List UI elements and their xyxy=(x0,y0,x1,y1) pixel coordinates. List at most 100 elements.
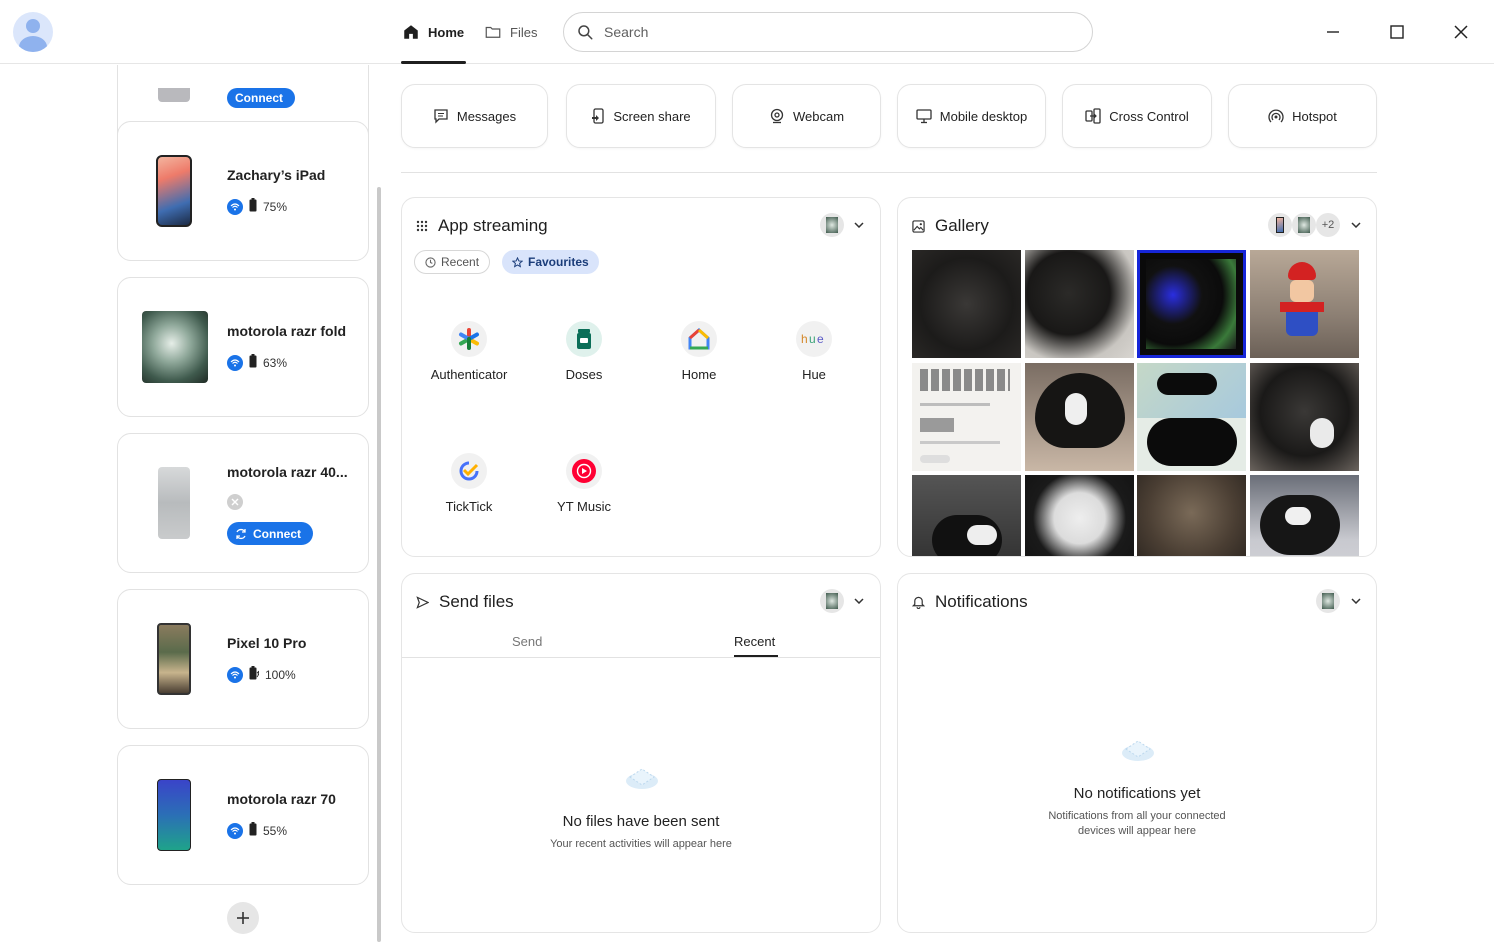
chip-favourites-label: Favourites xyxy=(528,255,589,269)
device-selector-thumbnail[interactable] xyxy=(820,589,844,613)
gallery-photo[interactable] xyxy=(912,250,1021,358)
yt-music-icon xyxy=(566,453,602,489)
send-icon xyxy=(416,595,429,609)
connect-label: Connect xyxy=(253,526,301,541)
app-ticktick[interactable]: TickTick xyxy=(424,453,514,514)
google-home-icon xyxy=(681,321,717,357)
connect-button[interactable]: Connect xyxy=(227,88,295,108)
device-image xyxy=(156,155,192,227)
device-card[interactable]: motorola razr 70 55% xyxy=(117,745,369,885)
messages-button[interactable]: Messages xyxy=(401,84,548,148)
svg-text:h: h xyxy=(801,332,808,346)
app-yt-music[interactable]: YT Music xyxy=(539,453,629,514)
device-card[interactable]: motorola razr 40... Connect xyxy=(117,433,369,573)
device-selector-chevron[interactable] xyxy=(1349,594,1363,608)
gallery-photo[interactable] xyxy=(1025,250,1134,358)
battery-icon xyxy=(249,822,257,839)
gallery-photo[interactable] xyxy=(1137,250,1246,358)
sync-icon xyxy=(236,528,246,539)
device-card[interactable]: Pixel 10 Pro 100% xyxy=(117,589,369,729)
device-image xyxy=(158,467,190,539)
more-devices-count: +2 xyxy=(1321,219,1335,231)
tab-recent-label: Recent xyxy=(734,634,776,649)
gallery-photo[interactable] xyxy=(1025,475,1134,556)
device-selector-thumbnail[interactable] xyxy=(820,213,844,237)
maximize-icon xyxy=(1390,25,1404,39)
hotspot-button[interactable]: Hotspot xyxy=(1228,84,1377,148)
gallery-photo[interactable] xyxy=(1250,363,1359,471)
gallery-photo[interactable] xyxy=(912,475,1021,556)
mobile-desktop-label: Mobile desktop xyxy=(939,108,1028,124)
gallery-photo[interactable] xyxy=(912,363,1021,471)
monitor-icon xyxy=(916,109,932,124)
app-authenticator[interactable]: Authenticator xyxy=(424,321,514,382)
notifications-title: Notifications xyxy=(935,592,1028,611)
device-card[interactable]: Zachary’s iPad 75% xyxy=(117,121,369,261)
tab-send-label: Send xyxy=(512,634,543,649)
webcam-button[interactable]: Webcam xyxy=(732,84,881,148)
device-name: motorola razr 40... xyxy=(227,464,348,480)
app-label: Home xyxy=(681,367,717,382)
device-image xyxy=(157,779,191,851)
cross-control-button[interactable]: Cross Control xyxy=(1062,84,1212,148)
clock-icon xyxy=(425,256,436,268)
device-card[interactable]: motorola razr fold 63% xyxy=(117,277,369,417)
svg-text:e: e xyxy=(817,332,824,346)
screen-share-label: Screen share xyxy=(613,108,691,124)
star-icon xyxy=(512,256,523,268)
gallery-photo[interactable] xyxy=(1137,363,1246,471)
gallery-photo[interactable] xyxy=(1137,475,1246,556)
app-doses[interactable]: Doses xyxy=(539,321,629,382)
sidebar-scrollbar[interactable] xyxy=(377,187,381,942)
device-selector-chevron[interactable] xyxy=(852,594,866,608)
app-streaming-panel: App streaming Recent Favourites Authenti… xyxy=(401,197,881,557)
add-device-button[interactable] xyxy=(227,902,259,934)
device-thumbnail[interactable] xyxy=(1268,213,1292,237)
authenticator-icon xyxy=(451,321,487,357)
battery-level: 63% xyxy=(263,355,288,370)
device-name: motorola razr 70 xyxy=(227,791,336,807)
search-input[interactable] xyxy=(604,24,1064,40)
device-thumbnail[interactable] xyxy=(1292,213,1316,237)
home-icon xyxy=(404,25,418,39)
device-selector-chevron[interactable] xyxy=(1349,218,1363,232)
device-selector-thumbnail[interactable] xyxy=(1316,589,1340,613)
screen-share-icon xyxy=(592,108,604,124)
gallery-photo[interactable] xyxy=(1250,475,1359,556)
more-devices-badge[interactable]: +2 xyxy=(1316,213,1340,237)
empty-notifications-subtitle-line1: Notifications from all your connected xyxy=(1048,810,1226,822)
connect-button[interactable]: Connect xyxy=(227,522,313,545)
tab-files[interactable]: Files xyxy=(484,20,537,44)
maximize-button[interactable] xyxy=(1385,20,1409,44)
tab-recent[interactable]: Recent xyxy=(734,634,775,649)
mobile-desktop-button[interactable]: Mobile desktop xyxy=(897,84,1046,148)
chip-favourites[interactable]: Favourites xyxy=(502,250,599,274)
tab-home[interactable]: Home xyxy=(402,20,464,44)
wifi-icon xyxy=(227,822,243,839)
device-selector-chevron[interactable] xyxy=(852,218,866,232)
empty-files-title: No files have been sent xyxy=(562,813,720,830)
minimize-button[interactable] xyxy=(1321,20,1345,44)
minimize-icon xyxy=(1327,31,1339,33)
screen-share-button[interactable]: Screen share xyxy=(566,84,716,148)
hotspot-icon xyxy=(1268,109,1284,123)
chip-recent[interactable]: Recent xyxy=(414,250,491,274)
gallery-title: Gallery xyxy=(935,216,989,235)
app-home[interactable]: Home xyxy=(654,321,744,382)
close-button[interactable] xyxy=(1449,20,1473,44)
app-hue[interactable]: hue Hue xyxy=(769,321,859,382)
device-image xyxy=(157,623,191,695)
gallery-photo[interactable] xyxy=(1025,363,1134,471)
search-box[interactable] xyxy=(563,12,1093,52)
battery-level: 55% xyxy=(263,823,288,838)
profile-avatar[interactable] xyxy=(13,12,53,52)
battery-icon xyxy=(249,198,257,215)
tab-send[interactable]: Send xyxy=(512,634,542,649)
gallery-photo[interactable] xyxy=(1250,250,1359,358)
send-files-header: Send files xyxy=(416,592,514,612)
section-divider xyxy=(401,172,1377,173)
wifi-icon xyxy=(227,666,243,683)
webcam-icon xyxy=(770,108,784,124)
device-image xyxy=(158,88,190,102)
svg-text:u: u xyxy=(809,332,816,346)
